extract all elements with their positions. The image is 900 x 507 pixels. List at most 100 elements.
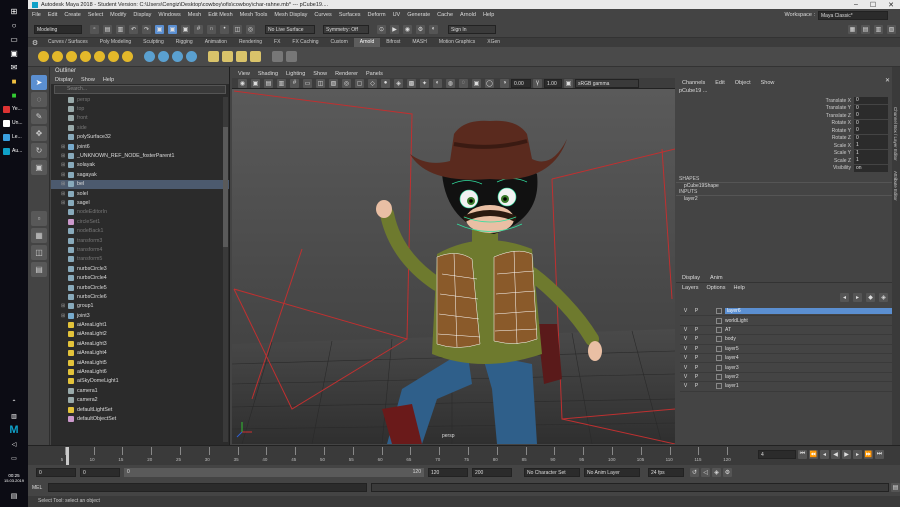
input-name[interactable]: layer2	[676, 196, 892, 202]
menu-deform[interactable]: Deform	[368, 12, 386, 18]
channel-menu-item[interactable]: Channels	[682, 80, 705, 86]
wireframe-icon[interactable]: ◇	[368, 78, 377, 88]
safe-action-icon[interactable]: ▢	[355, 78, 364, 88]
snap-view-icon[interactable]: ◫	[233, 24, 242, 34]
maya-taskbar-icon[interactable]: M	[0, 423, 28, 437]
attribute-value[interactable]: 0	[854, 127, 888, 135]
film-gate-icon[interactable]: ▭	[303, 78, 312, 88]
attribute-row[interactable]: Translate X0	[676, 97, 892, 105]
snap-surface-icon[interactable]: ◎	[246, 24, 255, 34]
anim-prefs-icon[interactable]: ⚙	[723, 467, 732, 477]
attribute-value[interactable]: 0	[854, 134, 888, 142]
range-bar[interactable]: 0 120	[124, 467, 424, 477]
step-back-key-icon[interactable]: ⏪	[809, 450, 818, 459]
attribute-value[interactable]: 0	[854, 104, 888, 112]
outliner-item[interactable]: nodeBack1	[51, 226, 229, 235]
shelf-tab[interactable]: Rendering	[233, 38, 268, 47]
outliner-item[interactable]: aiAreaLight2	[51, 330, 229, 339]
shelf-tab[interactable]: Sculpting	[137, 38, 170, 47]
viewport-menu-item[interactable]: Panels	[366, 71, 383, 77]
mel-input[interactable]	[47, 483, 367, 492]
visibility-toggle[interactable]: V	[680, 346, 691, 352]
channel-box-icon[interactable]: ▧	[887, 24, 896, 34]
viewport-menu-item[interactable]: Renderer	[335, 71, 358, 77]
outliner-item[interactable]: ⊞ solayak	[51, 161, 229, 170]
isolate-select-icon[interactable]: ▣	[472, 78, 481, 88]
outliner-item[interactable]: aiAreaLight4	[51, 349, 229, 358]
menu-curves[interactable]: Curves	[314, 12, 331, 18]
outliner-menu-item[interactable]: Show	[81, 77, 95, 83]
menu-create[interactable]: Create	[64, 12, 81, 18]
shelf-tab[interactable]: FX Caching	[286, 38, 324, 47]
menu-edit[interactable]: Edit	[48, 12, 57, 18]
sign-in-button[interactable]: Sign In	[448, 24, 496, 34]
mode-dropdown[interactable]: Modeling	[34, 24, 82, 34]
outliner-item[interactable]: aiAreaLight3	[51, 339, 229, 348]
outliner-item[interactable]: ⊞ joint6	[51, 142, 229, 151]
shadows-icon[interactable]: ◐	[433, 78, 442, 88]
3d-viewport[interactable]: persp	[232, 89, 675, 444]
visibility-toggle[interactable]: V	[680, 383, 691, 389]
resolution-gate-icon[interactable]: ◫	[316, 78, 325, 88]
attribute-row[interactable]: Scale Z1	[676, 157, 892, 165]
mail-icon[interactable]: ✉	[0, 60, 28, 74]
attribute-row[interactable]: Rotate Z0	[676, 134, 892, 143]
exposure-icon[interactable]: ◑	[500, 78, 509, 88]
layer-row[interactable]: V Player1	[680, 382, 892, 392]
shelf-tab[interactable]: XGen	[481, 38, 506, 47]
outliner-item[interactable]: top	[51, 104, 229, 113]
minimize-icon[interactable]: –	[854, 1, 858, 9]
visibility-toggle[interactable]: V	[680, 355, 691, 361]
undo-icon[interactable]: ↶	[129, 24, 138, 34]
menu-arnold[interactable]: Arnold	[460, 12, 476, 18]
layer-color-swatch[interactable]	[716, 364, 722, 371]
rotate-tool-icon[interactable]: ↻	[31, 143, 47, 158]
camera-attr-icon[interactable]: ▣	[251, 78, 260, 88]
outliner-item[interactable]: defaultLightSet	[51, 405, 229, 414]
workspace-selector[interactable]: Workspace : Maya Classic*	[785, 10, 900, 20]
outliner-item[interactable]: aiAreaLight5	[51, 358, 229, 367]
chevron-up-icon[interactable]: ⌃	[0, 395, 28, 409]
attribute-row[interactable]: Visibility on	[676, 164, 892, 173]
playback-end-field[interactable]: 120	[428, 467, 468, 477]
channel-menu-item[interactable]: Object	[735, 80, 751, 86]
render-icon[interactable]	[38, 51, 49, 62]
outliner-item[interactable]: nodeEditorIn	[51, 208, 229, 217]
select-object-icon[interactable]: ▣	[168, 24, 177, 34]
attribute-row[interactable]: Rotate Y0	[676, 127, 892, 135]
app-icon[interactable]: ■	[0, 88, 28, 102]
shelf-tab[interactable]: MASH	[406, 38, 432, 47]
outliner-menu-item[interactable]: Display	[55, 77, 73, 83]
modeling-toolkit-icon[interactable]: ▦	[848, 24, 857, 34]
single-pane-icon[interactable]: ▫	[31, 211, 47, 226]
outliner-item[interactable]: ⊞ bel	[51, 179, 229, 189]
curve-collector-icon[interactable]	[172, 51, 183, 62]
time-slider[interactable]: 5 10 15 20 25 30 35 40 45 50 55 60 65 70 75 80 85 90 95 100…	[28, 445, 900, 465]
start-time-field[interactable]: 0	[36, 467, 76, 477]
expand-icon[interactable]: ⊞	[61, 200, 68, 206]
layer-color-swatch[interactable]	[716, 373, 722, 380]
taskbar-app[interactable]: Un...	[0, 116, 28, 130]
layer-menu-item[interactable]: Options	[707, 285, 726, 291]
light-portal-icon[interactable]	[186, 51, 197, 62]
ambient-occlusion-icon[interactable]: ◍	[446, 78, 455, 88]
new-layer-icon[interactable]: ◆	[866, 292, 875, 302]
mel-label[interactable]: MEL	[28, 485, 46, 491]
layer-row[interactable]: V Player6	[680, 307, 892, 317]
volume-icon[interactable]: ◁	[0, 437, 28, 451]
outliner-item[interactable]: persp	[51, 95, 229, 104]
playback-toggle[interactable]: P	[691, 308, 702, 314]
attribute-value[interactable]: 1	[854, 142, 888, 150]
expand-icon[interactable]: ⊞	[61, 181, 68, 187]
snap-curve-icon[interactable]: ∩	[207, 24, 216, 34]
outliner-item[interactable]: ⊞ solel	[51, 189, 229, 198]
outliner-item[interactable]: aiAreaLight1	[51, 320, 229, 329]
standin-icon[interactable]	[144, 51, 155, 62]
paint-select-icon[interactable]: ✎	[31, 109, 47, 124]
shelf-tab[interactable]: Arnold	[353, 38, 381, 47]
visibility-toggle[interactable]: V	[680, 336, 691, 342]
close-icon[interactable]: ✕	[885, 77, 890, 84]
lights-icon[interactable]: ✦	[420, 78, 429, 88]
channel-box-tab[interactable]: Channel Box / Layer Editor	[893, 107, 898, 161]
outliner-scroll-thumb[interactable]	[223, 127, 228, 247]
